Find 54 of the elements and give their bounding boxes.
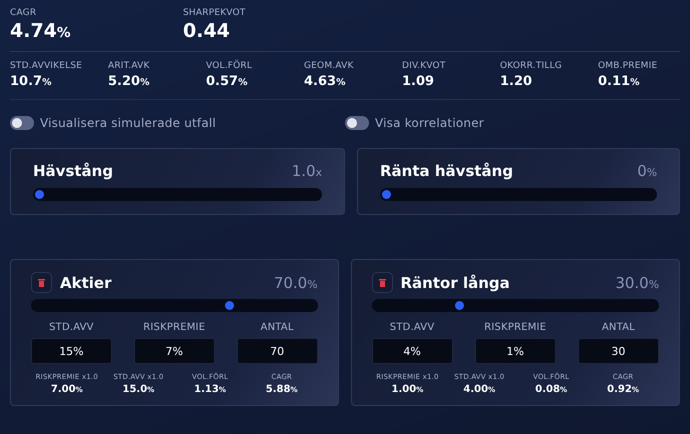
metric-label: GEOM.AVK: [304, 61, 355, 71]
metric-value: 0.11%: [598, 74, 640, 89]
toggle-label: Visualisera simulerade utfall: [40, 116, 216, 130]
field-label: ANTAL: [602, 322, 635, 333]
slider-thumb[interactable]: [382, 190, 391, 199]
trash-icon: [38, 278, 45, 286]
asset-name: Aktier: [60, 274, 112, 292]
toggle-switch[interactable]: [10, 116, 34, 130]
asset-name: Räntor långa: [400, 274, 510, 292]
field-label: RISKPREMIE: [484, 322, 546, 333]
metric-value: 1.20: [500, 74, 534, 89]
trash-icon: [378, 278, 386, 286]
input-field[interactable]: 15%: [31, 338, 112, 364]
input-field[interactable]: 1%: [474, 338, 556, 364]
input-field[interactable]: 7%: [134, 338, 215, 364]
input-field[interactable]: 4%: [372, 338, 453, 364]
field-label: RISKPREMIE: [143, 322, 206, 333]
metric-value: 4.74%: [10, 20, 72, 42]
delete-button[interactable]: [31, 272, 52, 293]
field-label: ANTAL: [260, 322, 294, 333]
input-field[interactable]: 70: [236, 338, 318, 364]
card-title: Hävstång: [33, 162, 114, 180]
toggle-switch[interactable]: [345, 116, 369, 130]
metric-label: DIV.KVOT: [402, 61, 447, 71]
slider-thumb[interactable]: [455, 301, 464, 310]
metric-value: 5.20%: [108, 74, 150, 89]
field-label: STD.AVV: [390, 322, 434, 333]
metric-label: ARIT.AVK: [108, 61, 151, 71]
metric-label: CAGR: [10, 8, 38, 18]
asset-weight: 70.0%: [274, 274, 318, 292]
delete-button[interactable]: [372, 272, 392, 293]
metric-value: 1.09: [402, 74, 436, 89]
asset-weight: 30.0%: [615, 274, 659, 292]
metric-label: OKORR.TILLG: [500, 61, 563, 71]
leverage-value: 1.0x: [292, 162, 322, 180]
field-label: STD.AVV: [49, 322, 94, 333]
toggle-label: Visa korrelationer: [375, 116, 484, 130]
metric-label: SHARPEKVOT: [183, 8, 246, 18]
metric-label: OMB.PREMIE: [598, 61, 658, 71]
metric-label: VOL.FÖRL: [206, 61, 254, 71]
metric-value: 10.7%: [10, 74, 52, 89]
metric-label: STD.AVVIKELSE: [10, 61, 84, 71]
leverage-value: 0%: [637, 162, 657, 180]
slider-track[interactable]: [33, 188, 322, 201]
slider-track[interactable]: [380, 188, 657, 201]
card-title: Ränta hävstång: [380, 162, 514, 180]
metric-value: 4.63%: [304, 74, 346, 89]
slider-thumb[interactable]: [35, 190, 44, 199]
input-field[interactable]: 30: [578, 338, 659, 364]
slider-track[interactable]: [372, 299, 659, 312]
slider-thumb[interactable]: [225, 301, 234, 310]
metric-value: 0.44: [183, 20, 231, 42]
metric-value: 0.57%: [206, 74, 248, 89]
slider-track[interactable]: [31, 299, 318, 312]
